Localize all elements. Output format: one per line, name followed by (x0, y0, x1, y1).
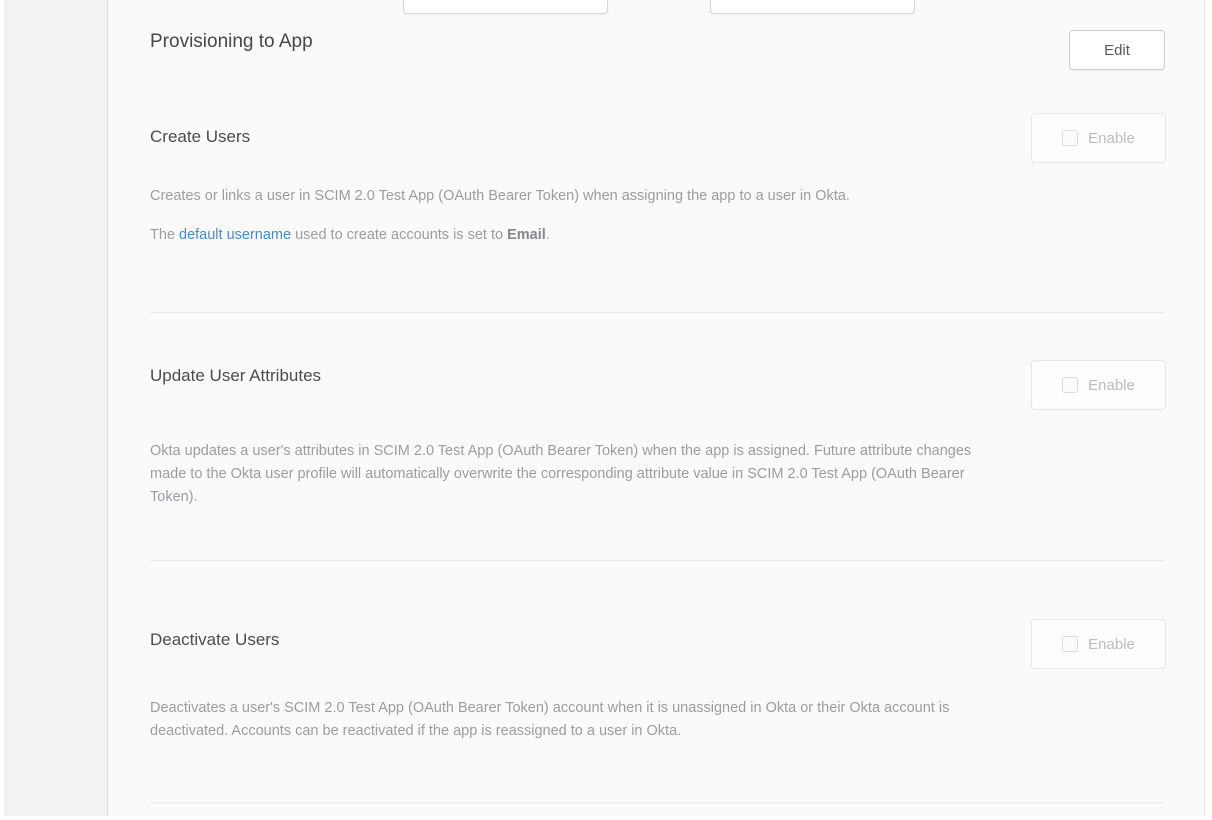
update-description-line: Okta updates a user's attributes in SCIM… (150, 440, 1164, 463)
create-users-enable-label: Enable (1088, 130, 1135, 147)
text-input-partial-1[interactable] (403, 0, 608, 14)
page-title: Provisioning to App (150, 31, 313, 53)
note-prefix: The (150, 227, 179, 243)
deactivate-users-enable-label: Enable (1088, 636, 1135, 653)
section-divider (150, 802, 1164, 803)
left-nav-panel (4, 0, 108, 816)
create-users-enable-toggle[interactable]: Enable (1031, 113, 1166, 163)
create-users-enable-checkbox[interactable] (1062, 130, 1078, 146)
edit-button[interactable]: Edit (1069, 30, 1165, 70)
create-users-title: Create Users (150, 127, 250, 147)
update-user-attributes-enable-checkbox[interactable] (1062, 377, 1078, 393)
text-input-partial-2[interactable] (710, 0, 915, 14)
create-users-description-line: Creates or links a user in SCIM 2.0 Test… (150, 185, 1164, 208)
update-description-line: Token). (150, 486, 1164, 509)
deactivate-users-enable-toggle[interactable]: Enable (1031, 619, 1166, 669)
section-divider (150, 312, 1164, 313)
update-user-attributes-enable-toggle[interactable]: Enable (1031, 360, 1166, 410)
deactivate-users-title: Deactivate Users (150, 630, 279, 650)
deactivate-description-line: deactivated. Accounts can be reactivated… (150, 720, 1164, 743)
update-user-attributes-description: Okta updates a user's attributes in SCIM… (150, 440, 1164, 509)
deactivate-description-line: Deactivates a user's SCIM 2.0 Test App (… (150, 697, 1164, 720)
update-user-attributes-title: Update User Attributes (150, 366, 321, 386)
note-middle: used to create accounts is set to (291, 227, 507, 243)
deactivate-users-description: Deactivates a user's SCIM 2.0 Test App (… (150, 697, 1164, 743)
update-description-line: made to the Okta user profile will autom… (150, 463, 1164, 486)
note-email-value: Email (507, 227, 546, 243)
section-divider (150, 560, 1164, 561)
note-suffix: . (546, 227, 550, 243)
provisioning-settings-panel: Provisioning to App Edit Enable Create U… (108, 0, 1205, 816)
update-user-attributes-enable-label: Enable (1088, 377, 1135, 394)
create-users-description: Creates or links a user in SCIM 2.0 Test… (150, 185, 1164, 208)
deactivate-users-enable-checkbox[interactable] (1062, 636, 1078, 652)
default-username-link[interactable]: default username (179, 227, 291, 243)
create-users-note: The default username used to create acco… (150, 224, 1164, 247)
edit-button-label: Edit (1104, 42, 1130, 59)
